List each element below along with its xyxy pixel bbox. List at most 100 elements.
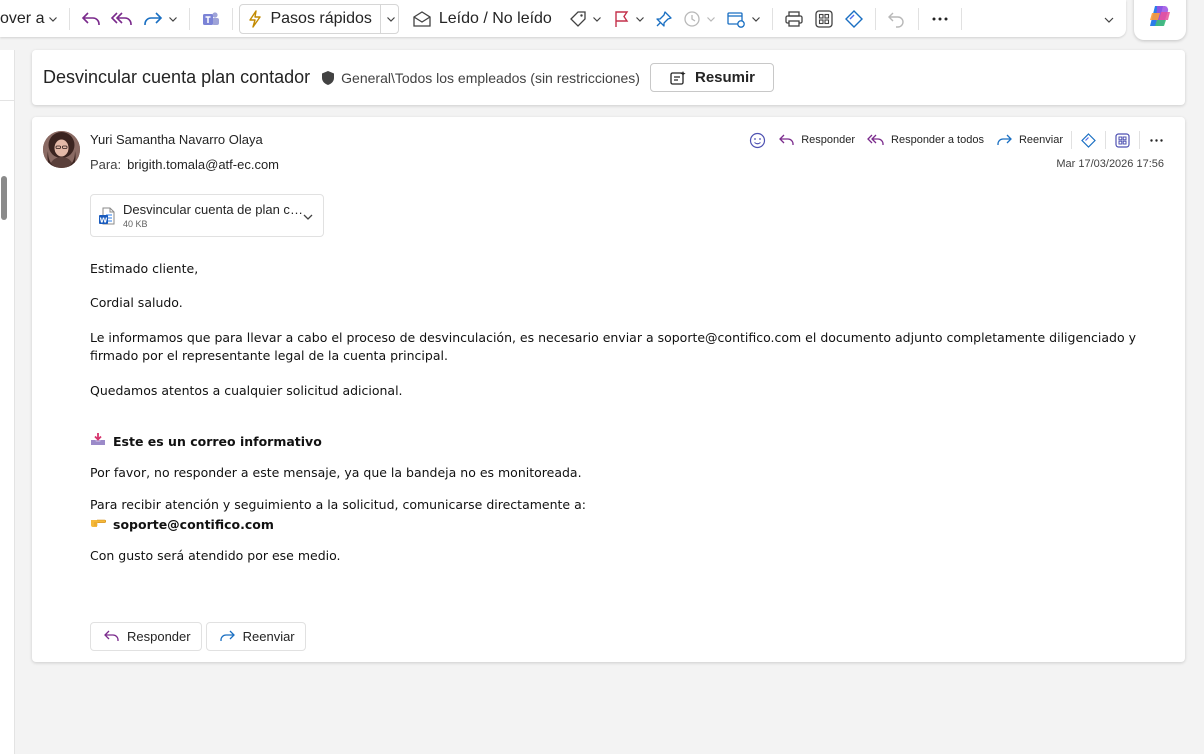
attachment-card[interactable]: W Desvincular cuenta de plan contador 40… xyxy=(90,194,324,237)
chevron-down-icon xyxy=(751,16,760,22)
notice-title: Este es un correo informativo xyxy=(113,434,322,449)
footer-reply-button[interactable]: Responder xyxy=(90,622,202,651)
summarize-icon xyxy=(670,70,686,85)
attachment-size: 40 KB xyxy=(123,219,148,229)
body-contact-text: Para recibir atención y seguimiento a la… xyxy=(90,497,586,512)
sensitivity-label[interactable]: General\Todos los empleados (sin restric… xyxy=(321,70,640,86)
toolbar-divider xyxy=(917,7,919,30)
reaction-button[interactable] xyxy=(743,128,772,152)
reply-action-label: Responder xyxy=(801,134,856,146)
forward-action-label: Reenviar xyxy=(1018,134,1063,146)
footer-forward-button[interactable]: Reenviar xyxy=(205,622,306,651)
word-document-icon: W xyxy=(99,207,115,224)
forward-icon xyxy=(144,11,163,25)
forward-action[interactable]: Reenviar xyxy=(990,128,1069,152)
toolbar-divider xyxy=(960,7,962,30)
actions-divider xyxy=(1139,131,1140,149)
reply-all-action[interactable]: Responder a todos xyxy=(861,128,990,152)
message-date: Mar 17/03/2026 17:56 xyxy=(1056,158,1164,170)
forward-icon xyxy=(997,134,1012,145)
reply-button[interactable] xyxy=(76,5,106,33)
undo-button[interactable] xyxy=(882,5,912,33)
recipient-address[interactable]: brigith.tomala@atf-ec.com xyxy=(127,157,279,172)
message-subject: Desvincular cuenta plan contador xyxy=(43,67,311,87)
chevron-down-icon[interactable] xyxy=(301,210,315,224)
reply-action[interactable]: Responder xyxy=(772,128,861,152)
teams-icon xyxy=(203,11,220,25)
print-button[interactable] xyxy=(779,5,809,33)
move-to-button[interactable]: over a xyxy=(0,5,63,33)
apps-action[interactable] xyxy=(1108,128,1137,152)
expand-ribbon-button[interactable] xyxy=(1098,6,1120,34)
inbox-tray-icon xyxy=(90,432,106,452)
footer-reply-label: Responder xyxy=(127,629,191,644)
reply-all-button[interactable] xyxy=(106,5,138,33)
quick-steps-button[interactable]: Pasos rápidos xyxy=(239,3,399,34)
contact-email[interactable]: soporte@contifico.com xyxy=(113,516,274,534)
categorize-button[interactable] xyxy=(564,5,607,33)
sensitivity-text: General\Todos los empleados (sin restric… xyxy=(341,69,640,86)
message-reading-pane: Yuri Samantha Navarro Olaya Para: brigith… xyxy=(32,117,1185,662)
toolbar-divider xyxy=(189,7,191,30)
chevron-down-icon xyxy=(635,16,644,22)
summarize-button[interactable]: Resumir xyxy=(649,63,775,92)
rules-button[interactable] xyxy=(721,5,766,33)
body-notice-text: Por favor, no responder a este mensaje, … xyxy=(90,465,582,480)
body-paragraph: Le informamos que para llevar a cabo el … xyxy=(90,330,1137,363)
forward-button[interactable] xyxy=(138,5,183,33)
more-horizontal-icon xyxy=(1150,138,1163,142)
split-divider xyxy=(379,4,381,33)
teams-share-button[interactable] xyxy=(196,5,226,33)
body-salute: Cordial saludo. xyxy=(90,295,183,310)
apps-grid-icon xyxy=(815,9,833,28)
read-unread-button[interactable]: Leído / No leído xyxy=(407,5,556,33)
body-closing: Quedamos atentos a cualquier solicitud a… xyxy=(90,383,403,398)
quick-steps-label: Pasos rápidos xyxy=(270,9,372,27)
chevron-down-icon xyxy=(1104,17,1114,23)
apps-grid-icon xyxy=(1115,132,1130,148)
apps-button[interactable] xyxy=(809,5,839,33)
diamond-icon xyxy=(1081,132,1096,148)
toolbar-divider xyxy=(771,7,773,30)
reply-all-action-label: Responder a todos xyxy=(891,134,984,146)
chevron-down-icon[interactable] xyxy=(384,13,398,25)
chevron-down-icon xyxy=(49,16,58,22)
sender-avatar[interactable] xyxy=(43,131,80,168)
summarize-label: Resumir xyxy=(694,69,756,86)
attachment-info: Desvincular cuenta de plan contador 40 K… xyxy=(123,202,303,229)
toolbar-divider xyxy=(232,7,234,30)
body-final: Con gusto será atendido por ese medio. xyxy=(90,548,341,563)
lightning-icon xyxy=(249,9,262,28)
move-to-label: over a xyxy=(0,9,45,27)
reply-icon xyxy=(779,134,794,145)
subject-bar: Desvincular cuenta plan contador General… xyxy=(32,50,1185,105)
pin-icon xyxy=(656,10,672,27)
snooze-button[interactable] xyxy=(678,5,721,33)
copilot-button[interactable] xyxy=(1134,0,1186,40)
toolbar-divider xyxy=(69,7,71,30)
sender-name[interactable]: Yuri Samantha Navarro Olaya xyxy=(90,132,263,147)
reply-icon xyxy=(104,630,119,641)
message-list-edge xyxy=(0,50,15,754)
undo-icon xyxy=(887,12,904,28)
scrollbar-thumb[interactable] xyxy=(1,176,7,220)
printer-icon xyxy=(785,10,803,27)
reply-all-icon xyxy=(867,134,884,145)
actions-divider xyxy=(1071,131,1072,149)
flag-button[interactable] xyxy=(607,5,650,33)
pin-button[interactable] xyxy=(650,5,678,33)
to-label: Para: xyxy=(90,157,122,172)
chevron-down-icon xyxy=(706,16,715,22)
viva-insights-action[interactable] xyxy=(1074,128,1103,152)
flag-icon xyxy=(615,10,629,27)
reply-icon xyxy=(82,11,101,25)
read-unread-label: Leído / No leído xyxy=(438,9,552,27)
attachment-name: Desvincular cuenta de plan contador xyxy=(123,202,303,217)
envelope-open-icon xyxy=(413,10,431,27)
forward-icon xyxy=(219,630,235,641)
recipients-line: Para: brigith.tomala@atf-ec.com xyxy=(90,157,279,172)
tag-icon xyxy=(569,10,586,27)
more-actions-button[interactable] xyxy=(1142,128,1171,152)
more-options-button[interactable] xyxy=(925,5,955,33)
viva-insights-button[interactable] xyxy=(839,5,869,33)
